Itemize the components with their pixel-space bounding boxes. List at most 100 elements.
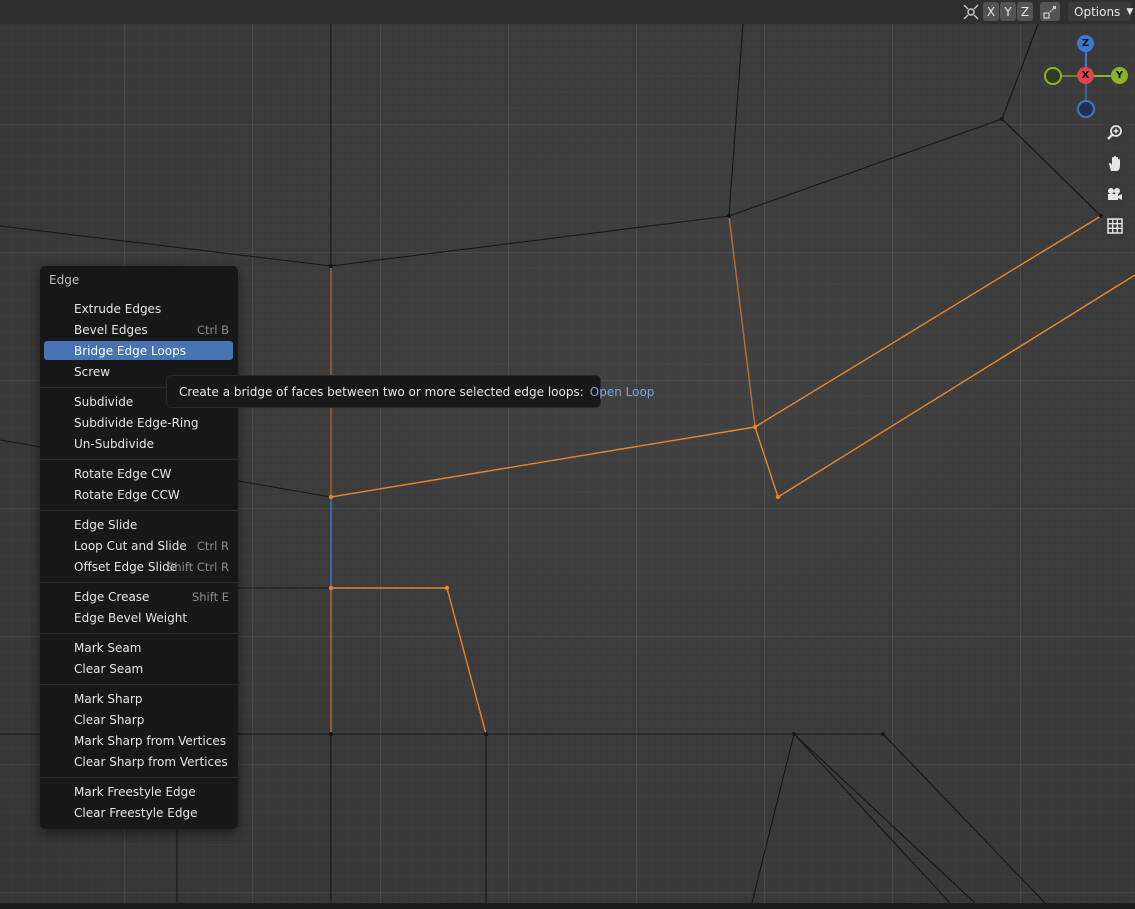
mesh-edge [0,225,332,267]
selected-mesh-edge [446,587,487,735]
mesh-edge [1001,23,1039,120]
menu-item-rotate-edge-ccw[interactable]: Rotate Edge CCW [44,485,233,504]
menu-item-shortcut: Shift Ctrl R [167,559,229,574]
menu-item-bridge-edge-loops[interactable]: Bridge Edge Loops [44,341,233,360]
menu-item-label: Un-Subdivide [74,436,154,451]
menu-item-rotate-edge-cw[interactable]: Rotate Edge CW [44,464,233,483]
menu-item-label: Screw [74,364,111,379]
menu-item-mark-seam[interactable]: Mark Seam [44,638,233,657]
options-dropdown[interactable]: Options ▼ [1068,2,1134,21]
menu-separator [40,582,238,583]
axis-z-toggle[interactable]: Z [1017,2,1033,21]
menu-item-shortcut: Ctrl B [196,322,229,337]
menu-item-label: Mark Seam [74,640,142,655]
axis-y-toggle[interactable]: Y [1000,2,1016,21]
menu-item-clear-seam[interactable]: Clear Seam [44,659,233,678]
menu-item-label: Loop Cut and Slide [74,538,187,553]
selected-vertex [444,585,450,591]
menu-item-label: Clear Seam [74,661,144,676]
vertex [329,264,333,268]
menu-item-label: Clear Sharp from Vertices [74,754,228,769]
status-bar [0,903,1135,909]
menu-item-label: Rotate Edge CW [74,466,172,481]
menu-item-label: Clear Sharp [74,712,145,727]
gizmo-z-axis[interactable]: Z [1077,35,1094,52]
menu-separator [40,459,238,460]
gizmo-neg-z-axis[interactable] [1077,100,1095,118]
gizmo-toggle-icon[interactable] [962,3,980,21]
vertex [484,732,488,736]
selected-mesh-edge [728,215,756,428]
menu-item-label: Edge Slide [74,517,138,532]
gizmo-x-axis[interactable]: X [1077,67,1094,84]
menu-item-label: Subdivide Edge-Ring [74,415,199,430]
menu-item-clear-sharp-from-vertices[interactable]: Clear Sharp from Vertices [44,752,233,771]
menu-item-label: Bridge Edge Loops [74,343,186,358]
menu-separator [40,684,238,685]
menu-item-mark-sharp[interactable]: Mark Sharp [44,689,233,708]
mesh-edge [728,118,1003,217]
menu-item-mark-sharp-from-vertices[interactable]: Mark Sharp from Vertices [44,731,233,750]
tooltip-hint: Open Loop [589,384,655,399]
mesh-edge [728,23,744,217]
selected-mesh-edge [754,426,779,498]
camera-icon[interactable] [1101,181,1129,209]
menu-separator [40,633,238,634]
menu-separator [40,510,238,511]
vertex [792,732,796,736]
selected-vertex [752,424,758,430]
gizmo-y-axis[interactable]: Y [1111,67,1128,84]
gizmo-neg-y-axis[interactable] [1044,67,1062,85]
options-label: Options [1074,4,1121,19]
selected-mesh-edge [330,426,756,498]
vertex [329,732,333,736]
selected-vertex [775,494,781,500]
grid-perspective-icon[interactable] [1101,212,1129,240]
menu-item-edge-bevel-weight[interactable]: Edge Bevel Weight [44,608,233,627]
menu-item-label: Subdivide [74,394,134,409]
mesh-edge [793,733,951,904]
menu-item-offset-edge-slide[interactable]: Offset Edge Slide Shift Ctrl R [44,557,233,576]
menu-separator [40,777,238,778]
menu-item-label: Mark Sharp from Vertices [74,733,226,748]
menu-item-mark-freestyle-edge[interactable]: Mark Freestyle Edge [44,782,233,801]
menu-item-shortcut: Ctrl R [196,538,229,553]
chevron-down-icon: ▼ [1126,6,1134,17]
menu-item-shortcut: Shift E [191,589,229,604]
edge-menu: Edge Extrude Edges Bevel Edges Ctrl B Bridg… [40,266,238,829]
menu-item-label: Rotate Edge CCW [74,487,180,502]
selected-mesh-edge [777,274,1135,498]
vertex [881,732,885,736]
mesh-edge [882,733,1046,904]
menu-item-label: Clear Freestyle Edge [74,805,198,820]
menu-item-extrude-edges[interactable]: Extrude Edges [44,299,233,318]
menu-item-clear-freestyle-edge[interactable]: Clear Freestyle Edge [44,803,233,822]
menu-item-edge-slide[interactable]: Edge Slide [44,515,233,534]
menu-item-label: Bevel Edges [74,322,148,337]
menu-item-bevel-edges[interactable]: Bevel Edges Ctrl B [44,320,233,339]
menu-item-clear-sharp[interactable]: Clear Sharp [44,710,233,729]
vertex [727,214,731,218]
menu-item-loop-cut-and-slide[interactable]: Loop Cut and Slide Ctrl R [44,536,233,555]
menu-item-un-subdivide[interactable]: Un-Subdivide [44,434,233,453]
mesh-edge [330,215,730,267]
mesh-edge [1001,118,1102,217]
menu-item-edge-crease[interactable]: Edge Crease Shift E [44,587,233,606]
axis-x-toggle[interactable]: X [983,2,999,21]
mesh-edge [751,733,795,904]
menu-item-label: Edge Crease [74,589,150,604]
mesh-edge [793,733,976,904]
hand-pan-icon[interactable] [1101,150,1129,178]
vertex [1000,117,1004,121]
snap-icon[interactable] [1040,2,1060,21]
tooltip: Create a bridge of faces between two or … [166,375,654,408]
menu-item-label: Mark Freestyle Edge [74,784,196,799]
selected-vertex [328,585,334,591]
menu-title: Edge [49,273,80,287]
selected-edges [330,215,1135,735]
menu-item-subdivide-edge-ring[interactable]: Subdivide Edge-Ring [44,413,233,432]
zoom-icon[interactable] [1101,119,1129,147]
selected-vertex [328,494,334,500]
menu-item-label: Offset Edge Slide [74,559,178,574]
menu-item-label: Extrude Edges [74,301,162,316]
